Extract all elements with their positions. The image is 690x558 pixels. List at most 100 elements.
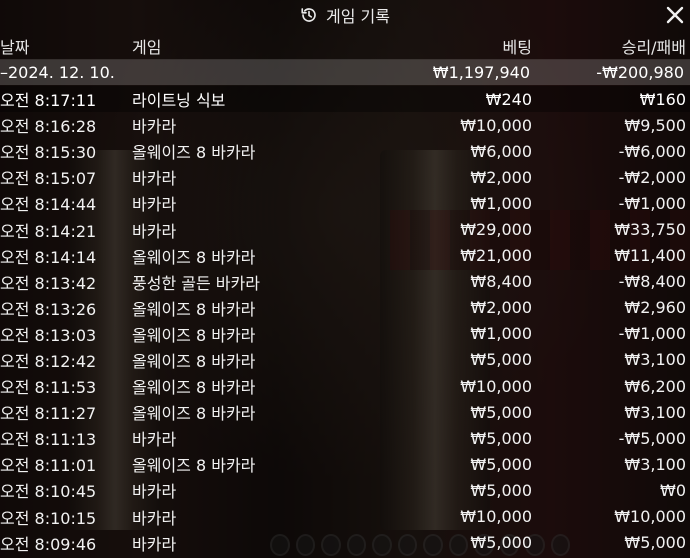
row-bet: ₩5,000 bbox=[470, 454, 532, 474]
row-bet: ₩21,000 bbox=[460, 246, 532, 266]
row-result: ₩2,960 bbox=[624, 298, 686, 318]
row-bet: ₩10,000 bbox=[460, 507, 532, 527]
row-time: 오전 8:11:27 bbox=[0, 404, 97, 424]
game-history-panel: 게임 기록 날짜 게임 베팅 승리/패배 –2024. 12. 10. ₩1,1… bbox=[0, 0, 690, 558]
row-result: -₩6,000 bbox=[618, 141, 686, 161]
row-time: 오전 8:15:07 bbox=[0, 169, 97, 189]
row-time: 오전 8:13:42 bbox=[0, 273, 97, 293]
row-time: 오전 8:17:11 bbox=[0, 91, 97, 111]
row-time: 오전 8:16:28 bbox=[0, 117, 97, 137]
row-time: 오전 8:13:26 bbox=[0, 299, 97, 319]
date-group-result: -₩200,980 bbox=[596, 63, 684, 82]
row-bet: ₩6,000 bbox=[470, 141, 532, 161]
table-row[interactable]: 오전 8:11:27 올웨이즈 8 바카라 ₩5,000 ₩3,100 bbox=[0, 399, 690, 425]
row-game: 바카라 bbox=[132, 534, 177, 554]
row-time: 오전 8:10:15 bbox=[0, 508, 97, 528]
row-time: 오전 8:11:53 bbox=[0, 378, 97, 398]
row-game: 바카라 bbox=[132, 195, 177, 215]
row-result: ₩10,000 bbox=[614, 507, 686, 527]
table-row[interactable]: 오전 8:14:21 바카라 ₩29,000 ₩33,750 bbox=[0, 216, 690, 242]
close-icon bbox=[666, 6, 684, 24]
row-game: 올웨이즈 8 바카라 bbox=[132, 404, 256, 424]
row-game: 바카라 bbox=[132, 221, 177, 241]
history-icon bbox=[300, 6, 318, 24]
row-game: 바카라 bbox=[132, 430, 177, 450]
row-result: ₩9,500 bbox=[624, 115, 686, 135]
row-game: 라이트닝 식보 bbox=[132, 91, 226, 111]
row-game: 바카라 bbox=[132, 508, 177, 528]
row-time: 오전 8:14:14 bbox=[0, 247, 97, 267]
row-result: ₩6,200 bbox=[624, 376, 686, 396]
row-result: ₩11,400 bbox=[614, 246, 686, 266]
row-bet: ₩2,000 bbox=[470, 167, 532, 187]
row-bet: ₩5,000 bbox=[470, 428, 532, 448]
table-row[interactable]: 오전 8:09:46 바카라 ₩5,000 ₩5,000 bbox=[0, 530, 690, 556]
table-row[interactable]: 오전 8:14:44 바카라 ₩1,000 -₩1,000 bbox=[0, 190, 690, 216]
date-group-bet: ₩1,197,940 bbox=[432, 63, 530, 82]
table-row[interactable]: 오전 8:16:28 바카라 ₩10,000 ₩9,500 bbox=[0, 112, 690, 138]
page-title: 게임 기록 bbox=[326, 7, 390, 26]
row-game: 올웨이즈 8 바카라 bbox=[132, 143, 256, 163]
row-time: 오전 8:11:13 bbox=[0, 430, 97, 450]
row-bet: ₩29,000 bbox=[460, 220, 532, 240]
row-result: ₩33,750 bbox=[614, 220, 686, 240]
row-bet: ₩10,000 bbox=[460, 376, 532, 396]
row-result: ₩0 bbox=[660, 480, 686, 500]
row-result: -₩2,000 bbox=[618, 167, 686, 187]
row-result: -₩1,000 bbox=[618, 324, 686, 344]
row-bet: ₩10,000 bbox=[460, 115, 532, 135]
date-group-label: –2024. 12. 10. bbox=[0, 63, 115, 82]
row-game: 올웨이즈 8 바카라 bbox=[132, 456, 256, 476]
row-game: 바카라 bbox=[132, 117, 177, 137]
table-row[interactable]: 오전 8:13:42 풍성한 골든 바카라 ₩8,400 -₩8,400 bbox=[0, 269, 690, 295]
row-time: 오전 8:09:46 bbox=[0, 534, 97, 554]
title-bar: 게임 기록 bbox=[0, 0, 690, 30]
row-game: 올웨이즈 8 바카라 bbox=[132, 378, 256, 398]
table-row[interactable]: 오전 8:11:53 올웨이즈 8 바카라 ₩10,000 ₩6,200 bbox=[0, 373, 690, 399]
close-button[interactable] bbox=[664, 4, 686, 26]
row-game: 올웨이즈 8 바카라 bbox=[132, 299, 256, 319]
table-row[interactable]: 오전 8:14:14 올웨이즈 8 바카라 ₩21,000 ₩11,400 bbox=[0, 243, 690, 269]
table-row[interactable]: 오전 8:17:11 라이트닝 식보 ₩240 ₩160 bbox=[0, 86, 690, 113]
row-result: ₩160 bbox=[639, 89, 686, 109]
row-game: 풍성한 골든 바카라 bbox=[132, 273, 260, 293]
row-bet: ₩5,000 bbox=[470, 402, 532, 422]
table-row[interactable]: 오전 8:13:26 올웨이즈 8 바카라 ₩2,000 ₩2,960 bbox=[0, 295, 690, 321]
row-time: 오전 8:10:45 bbox=[0, 482, 97, 502]
row-game: 바카라 bbox=[132, 482, 177, 502]
header-date: 날짜 bbox=[0, 38, 30, 57]
table-row[interactable]: 오전 8:15:07 바카라 ₩2,000 -₩2,000 bbox=[0, 164, 690, 190]
row-bet: ₩1,000 bbox=[470, 324, 532, 344]
date-group-row[interactable]: –2024. 12. 10. ₩1,197,940 -₩200,980 bbox=[0, 60, 690, 85]
row-game: 올웨이즈 8 바카라 bbox=[132, 325, 256, 345]
row-time: 오전 8:14:21 bbox=[0, 221, 97, 241]
row-time: 오전 8:11:01 bbox=[0, 456, 97, 476]
row-result: -₩1,000 bbox=[618, 193, 686, 213]
row-result: -₩5,000 bbox=[618, 428, 686, 448]
row-bet: ₩5,000 bbox=[470, 533, 532, 553]
row-game: 올웨이즈 8 바카라 bbox=[132, 351, 256, 371]
table-row[interactable]: 오전 8:10:45 바카라 ₩5,000 ₩0 bbox=[0, 477, 690, 503]
row-bet: ₩5,000 bbox=[470, 480, 532, 500]
table-row[interactable]: 오전 8:13:03 올웨이즈 8 바카라 ₩1,000 -₩1,000 bbox=[0, 321, 690, 347]
row-bet: ₩2,000 bbox=[470, 298, 532, 318]
history-list: 오전 8:17:11 라이트닝 식보 ₩240 ₩160 오전 8:16:28 바카라 ₩1… bbox=[0, 86, 690, 556]
table-row[interactable]: 오전 8:11:13 바카라 ₩5,000 -₩5,000 bbox=[0, 425, 690, 451]
row-time: 오전 8:14:44 bbox=[0, 195, 97, 215]
row-result: ₩3,100 bbox=[624, 402, 686, 422]
table-row[interactable]: 오전 8:10:15 바카라 ₩10,000 ₩10,000 bbox=[0, 504, 690, 530]
row-time: 오전 8:12:42 bbox=[0, 351, 97, 371]
table-row[interactable]: 오전 8:15:30 올웨이즈 8 바카라 ₩6,000 -₩6,000 bbox=[0, 138, 690, 164]
header-game: 게임 bbox=[132, 38, 162, 57]
table-row[interactable]: 오전 8:11:01 올웨이즈 8 바카라 ₩5,000 ₩3,100 bbox=[0, 451, 690, 477]
row-bet: ₩240 bbox=[485, 89, 532, 109]
row-result: ₩3,100 bbox=[624, 454, 686, 474]
row-bet: ₩1,000 bbox=[470, 193, 532, 213]
header-result: 승리/패배 bbox=[621, 38, 686, 57]
row-result: ₩5,000 bbox=[624, 533, 686, 553]
row-bet: ₩8,400 bbox=[470, 272, 532, 292]
row-game: 바카라 bbox=[132, 169, 177, 189]
table-row[interactable]: 오전 8:12:42 올웨이즈 8 바카라 ₩5,000 ₩3,100 bbox=[0, 347, 690, 373]
row-result: -₩8,400 bbox=[618, 272, 686, 292]
row-result: ₩3,100 bbox=[624, 350, 686, 370]
